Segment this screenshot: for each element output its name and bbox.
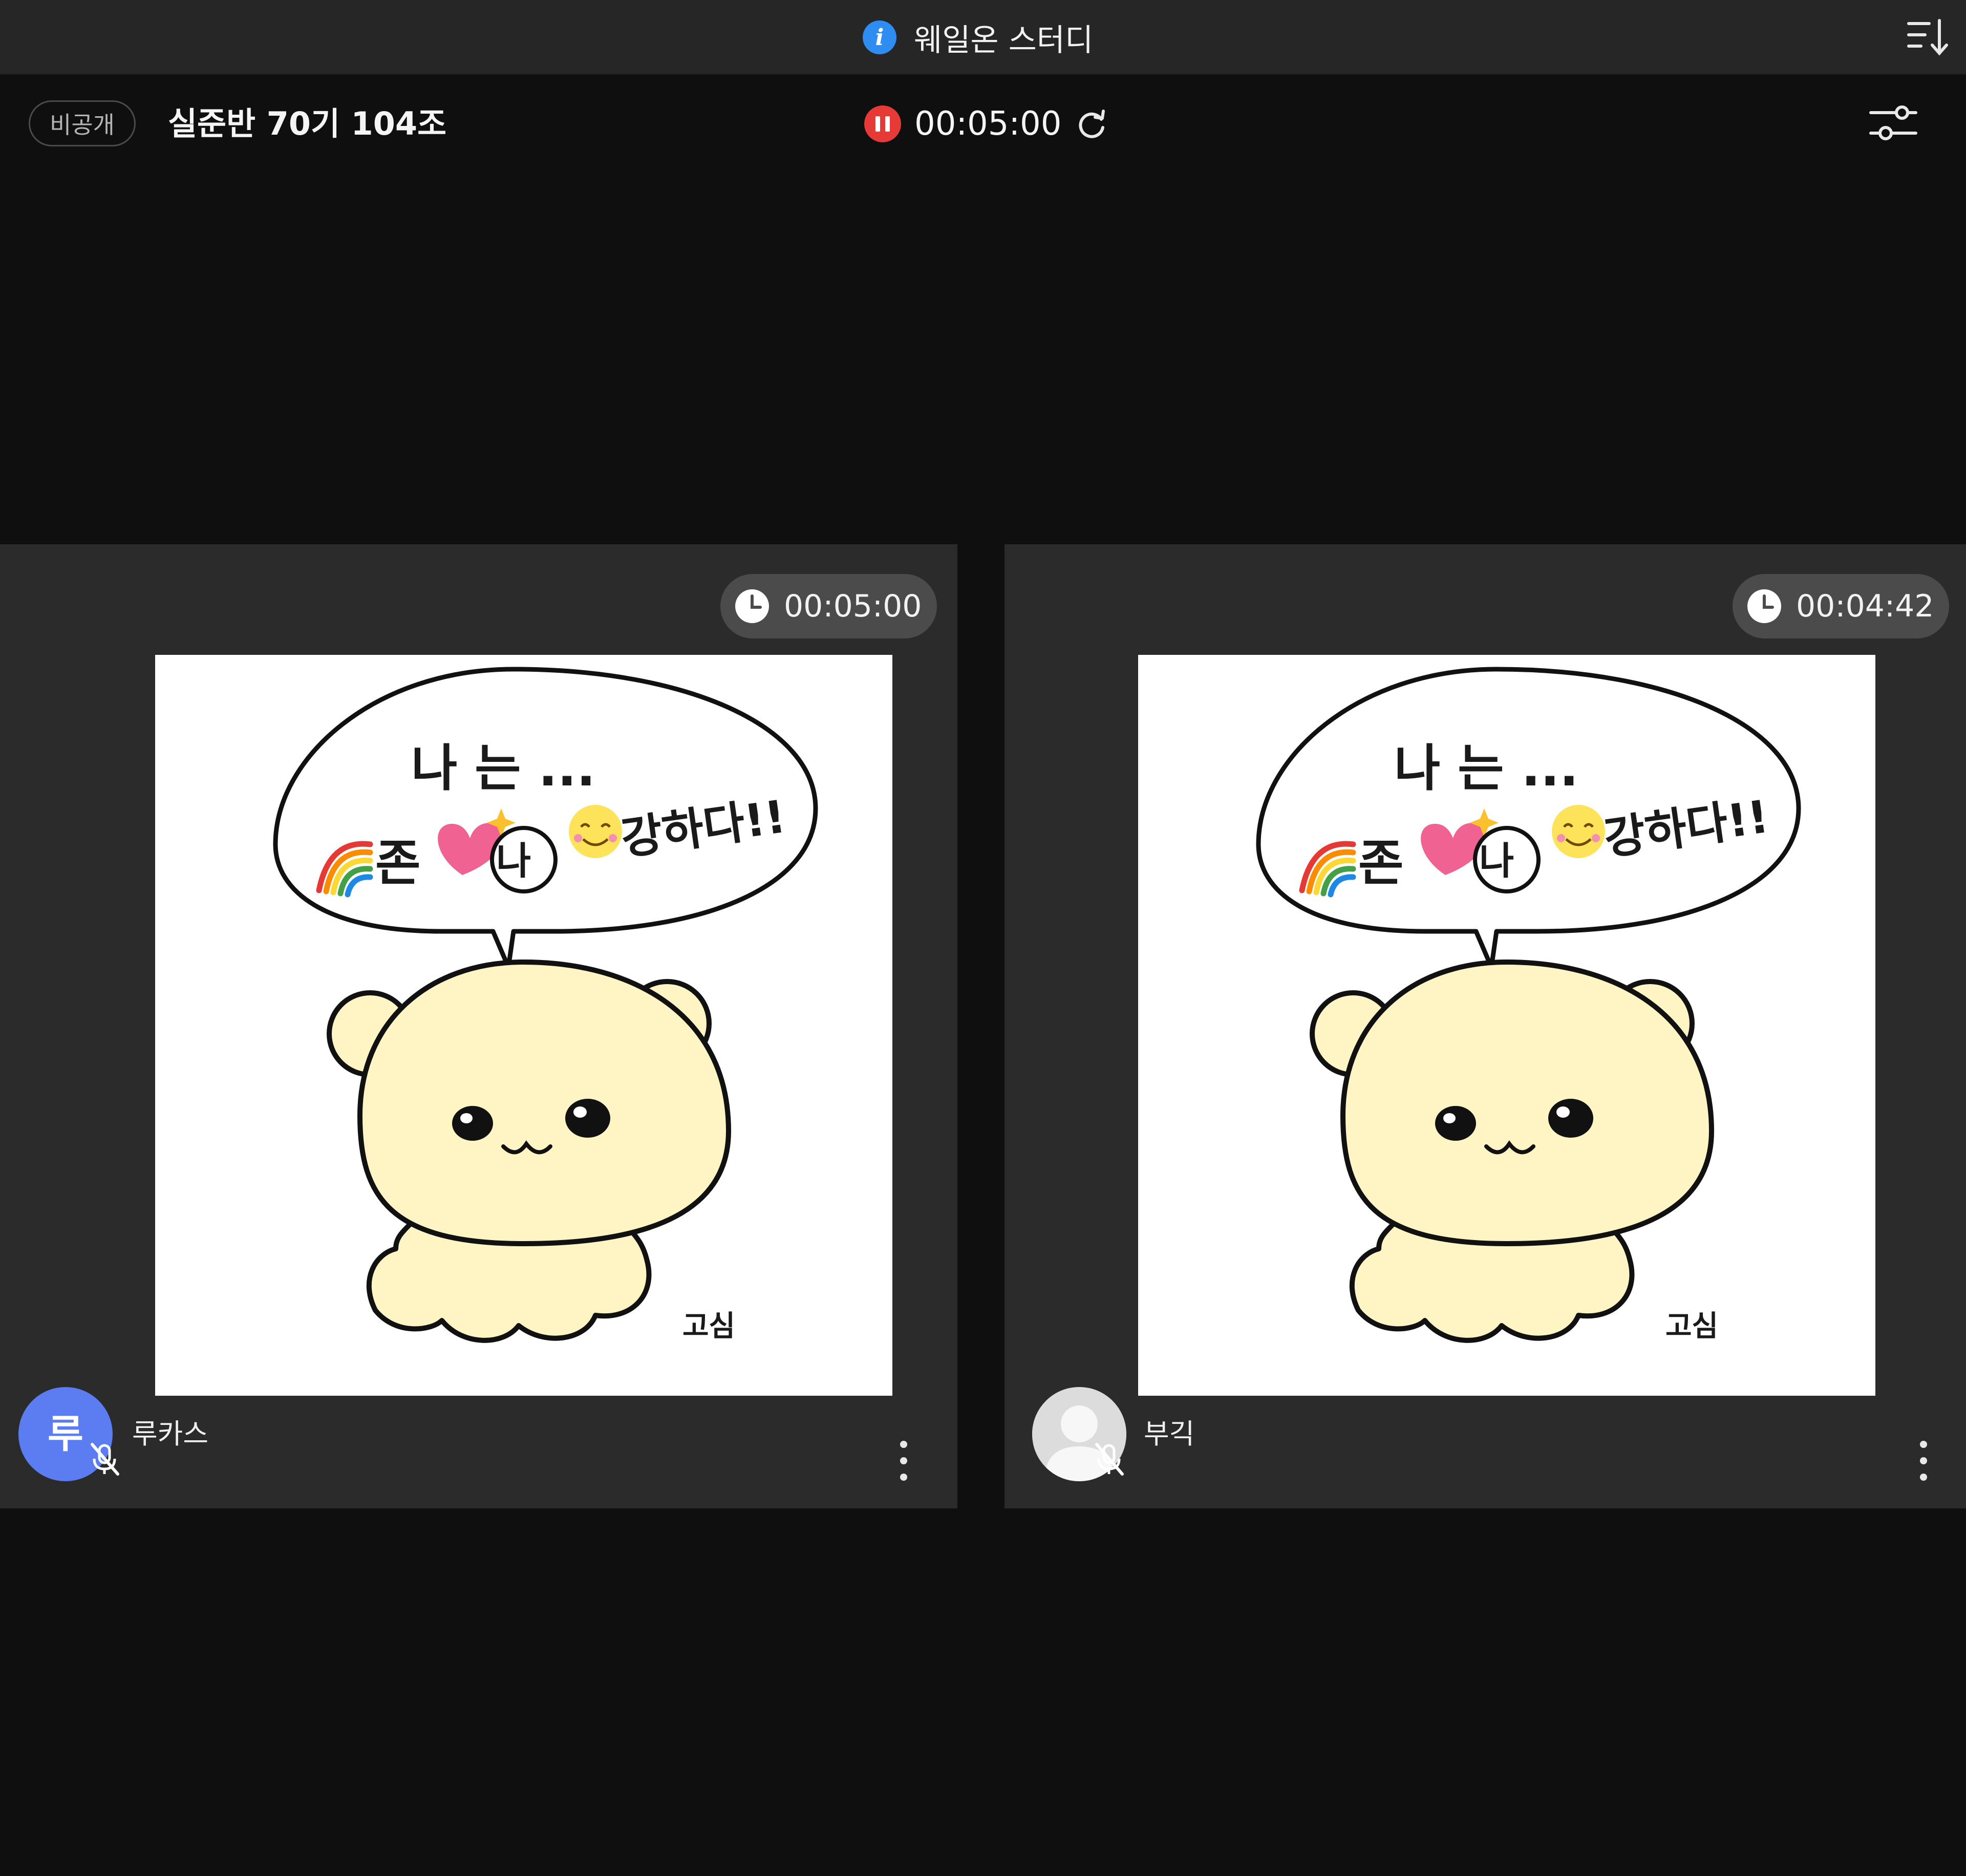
bear-drawing: 나 는 ... 존 나 강하다!! 고심: [1256, 667, 1801, 1343]
study-time-chip: 00:05:00: [720, 574, 937, 638]
mic-off-icon: [91, 1443, 119, 1476]
drawing-text-jon: 존: [375, 835, 420, 892]
participant-tile[interactable]: 00:05:00 나 는 ... 존 나 강하다!! 고심 루 루카스: [0, 544, 957, 1508]
info-icon[interactable]: i: [863, 20, 896, 54]
participant-name: 부긱: [1144, 1418, 1195, 1450]
drawing-text-na: 나: [1479, 839, 1514, 883]
artist-signature: 고심: [1665, 1310, 1718, 1343]
more-vertical-icon[interactable]: [893, 1435, 914, 1486]
settings-sliders-icon[interactable]: [1868, 101, 1919, 145]
room-name: 실준반 70기 104조: [168, 105, 447, 142]
camera-image: 나 는 ... 존 나 강하다!! 고심: [1138, 655, 1875, 1396]
more-vertical-icon[interactable]: [1913, 1435, 1934, 1486]
smile-emoji-icon: [1552, 805, 1605, 858]
drawing-text-na: 나: [496, 839, 531, 883]
app-title: 웨일온 스터디: [914, 22, 1094, 58]
room-timer: 00:05:00: [864, 102, 1108, 146]
room-header: 비공개 실준반 70기 104조 00:05:00: [0, 75, 1966, 170]
artist-signature: 고심: [682, 1310, 735, 1343]
clock-icon: [1747, 589, 1781, 623]
study-time-value: 00:05:00: [784, 588, 922, 624]
room-timer-value: 00:05:00: [914, 105, 1062, 143]
drawing-line1: 나 는 ...: [1394, 739, 1578, 798]
bear-drawing: 나 는 ... 존 나 강하다!! 고심: [273, 667, 818, 1343]
title-group: i 웨일온 스터디: [863, 13, 1093, 61]
title-bar: i 웨일온 스터디: [0, 0, 1966, 75]
drawing-text-jon: 존: [1358, 835, 1403, 892]
clock-icon: [735, 589, 769, 623]
drawing-line1: 나 는 ...: [411, 739, 595, 798]
smile-emoji-icon: [569, 805, 622, 858]
participant-name: 루카스: [132, 1418, 209, 1450]
sort-descending-icon[interactable]: [1906, 15, 1950, 59]
mic-off-icon: [1095, 1443, 1124, 1476]
study-time-chip: 00:04:42: [1733, 574, 1950, 638]
camera-image: 나 는 ... 존 나 강하다!! 고심: [155, 655, 892, 1396]
pause-icon[interactable]: [864, 105, 901, 142]
visibility-badge: 비공개: [29, 100, 136, 146]
participant-tile[interactable]: 00:04:42 나 는 ... 존 나 강하다!! 고심 부긱: [1005, 544, 1966, 1508]
study-time-value: 00:04:42: [1796, 588, 1934, 624]
reset-icon[interactable]: [1075, 107, 1108, 141]
